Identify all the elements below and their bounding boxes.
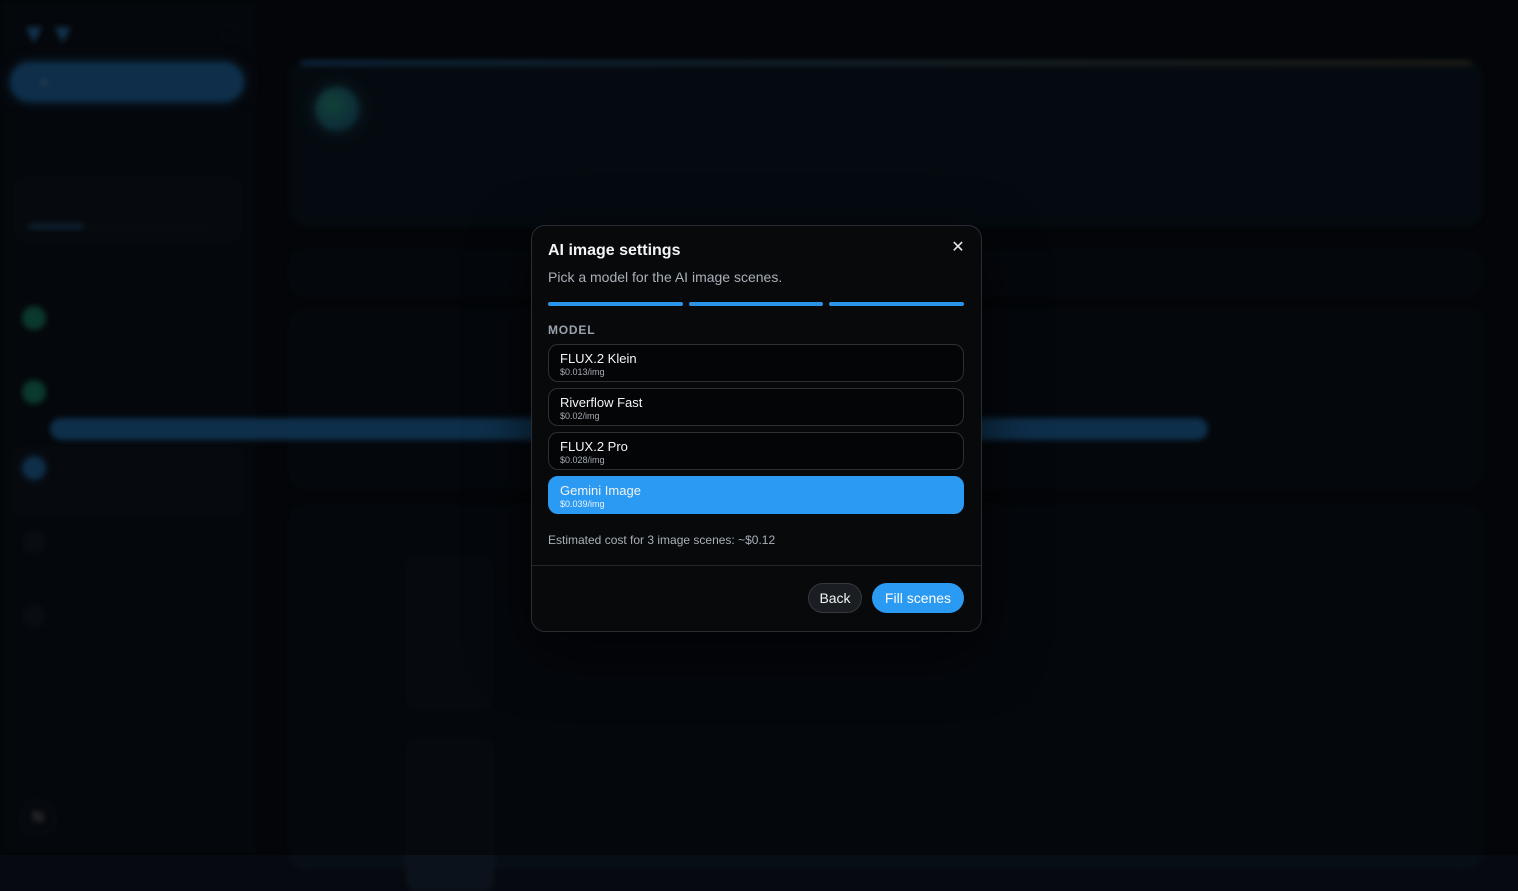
model-name: Gemini Image: [560, 483, 641, 498]
step-indicator: [688, 302, 824, 306]
step-indicator: [829, 302, 965, 306]
model-price: $0.028/img: [560, 455, 605, 465]
dialog-title: AI image settings: [548, 242, 681, 259]
footer-divider: [532, 565, 981, 566]
ai-image-settings-dialog: AI image settings Pick a model for the A…: [531, 225, 982, 632]
estimated-cost: Estimated cost for 3 image scenes: ~$0.1…: [548, 533, 776, 547]
model-name: FLUX.2 Klein: [560, 351, 637, 366]
step-indicator: [548, 302, 683, 306]
model-option-gemini-image[interactable]: Gemini Image $0.039/img: [548, 476, 964, 514]
back-button[interactable]: Back: [808, 583, 862, 613]
model-option-flux2-pro[interactable]: FLUX.2 Pro $0.028/img: [548, 432, 964, 470]
model-price: $0.039/img: [560, 499, 605, 509]
model-list: FLUX.2 Klein $0.013/img Riverflow Fast $…: [548, 344, 964, 520]
step-progress: [548, 302, 965, 306]
model-option-flux2-klein[interactable]: FLUX.2 Klein $0.013/img: [548, 344, 964, 382]
model-name: FLUX.2 Pro: [560, 439, 628, 454]
model-section-label: MODEL: [548, 323, 596, 337]
model-price: $0.013/img: [560, 367, 605, 377]
model-price: $0.02/img: [560, 411, 600, 421]
close-icon[interactable]: ✕: [948, 238, 968, 258]
fill-scenes-button[interactable]: Fill scenes: [872, 583, 964, 613]
model-name: Riverflow Fast: [560, 395, 643, 410]
model-option-riverflow-fast[interactable]: Riverflow Fast $0.02/img: [548, 388, 964, 426]
dialog-subtitle: Pick a model for the AI image scenes.: [548, 269, 783, 285]
